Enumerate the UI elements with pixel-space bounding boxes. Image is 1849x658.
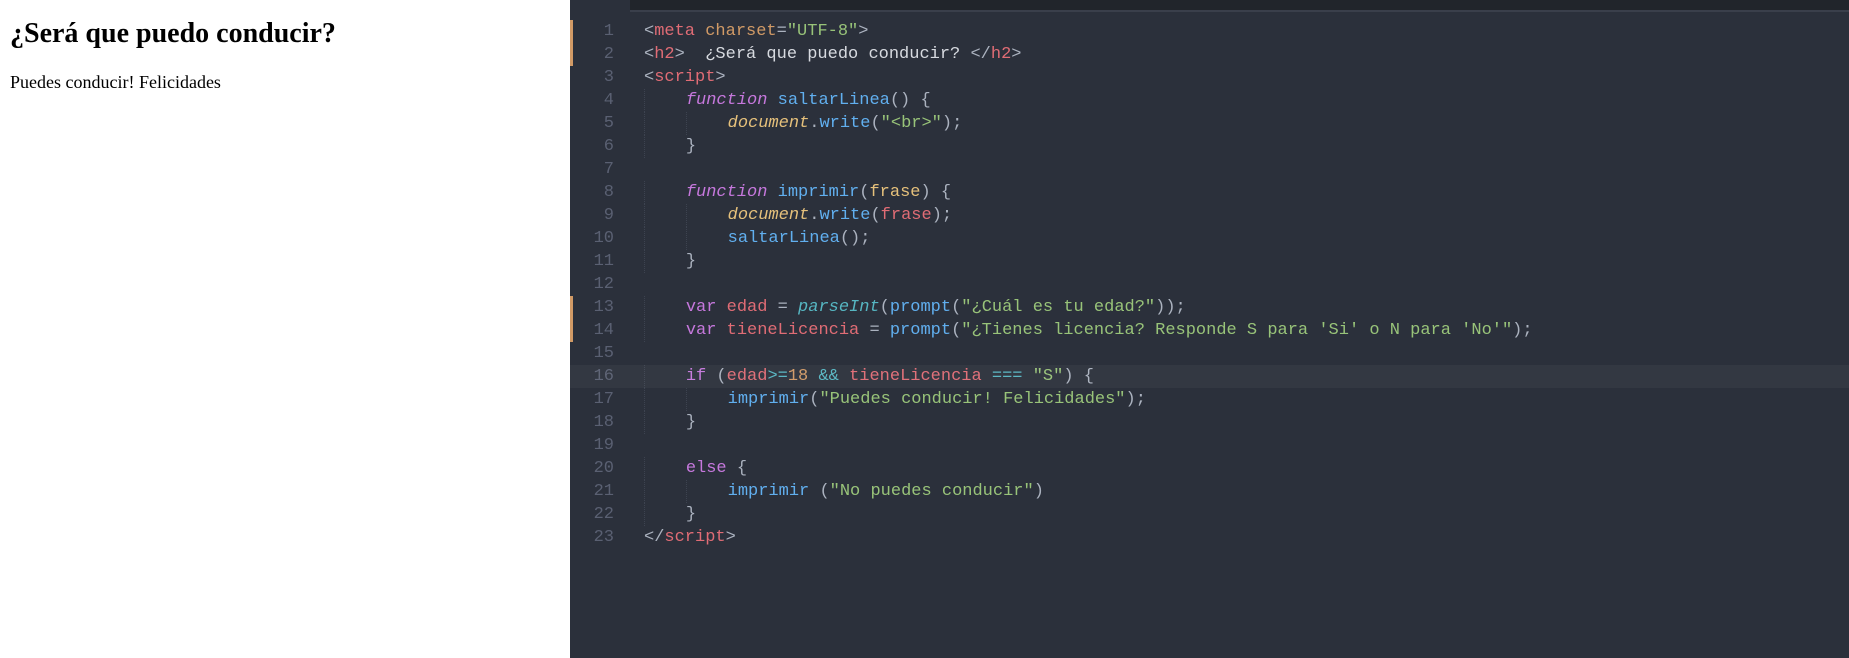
- code-line[interactable]: </script>: [644, 526, 1849, 549]
- line-number: 18: [570, 411, 620, 434]
- browser-preview-pane: ¿Será que puedo conducir? Puedes conduci…: [0, 0, 570, 658]
- modified-line-marker: [570, 20, 573, 43]
- code-line[interactable]: }: [644, 503, 1849, 526]
- preview-heading: ¿Será que puedo conducir?: [10, 18, 560, 50]
- line-number: 15: [570, 342, 620, 365]
- code-line[interactable]: function imprimir(frase) {: [644, 181, 1849, 204]
- line-number: 6: [570, 135, 620, 158]
- code-line[interactable]: else {: [644, 457, 1849, 480]
- line-number: 13: [570, 296, 620, 319]
- code-line[interactable]: [644, 158, 1849, 181]
- line-number: 11: [570, 250, 620, 273]
- code-line[interactable]: [644, 342, 1849, 365]
- line-number: 16: [570, 365, 620, 388]
- line-number: 20: [570, 457, 620, 480]
- code-line[interactable]: saltarLinea();: [644, 227, 1849, 250]
- code-line[interactable]: [644, 434, 1849, 457]
- line-number: 14: [570, 319, 620, 342]
- code-line[interactable]: var tieneLicencia = prompt("¿Tienes lice…: [644, 319, 1849, 342]
- code-line[interactable]: }: [644, 135, 1849, 158]
- code-editor-pane[interactable]: 1234567891011121314151617181920212223 <m…: [570, 0, 1849, 658]
- code-line[interactable]: [644, 273, 1849, 296]
- line-number: 17: [570, 388, 620, 411]
- modified-line-marker: [570, 319, 573, 342]
- line-number: 10: [570, 227, 620, 250]
- code-line[interactable]: }: [644, 250, 1849, 273]
- line-number: 9: [570, 204, 620, 227]
- code-line[interactable]: document.write(frase);: [644, 204, 1849, 227]
- line-number: 8: [570, 181, 620, 204]
- code-line[interactable]: imprimir("Puedes conducir! Felicidades")…: [644, 388, 1849, 411]
- code-area[interactable]: <meta charset="UTF-8"><h2> ¿Será que pue…: [630, 0, 1849, 658]
- modified-line-marker: [570, 43, 573, 66]
- line-number: 23: [570, 526, 620, 549]
- line-number: 5: [570, 112, 620, 135]
- line-number: 2: [570, 43, 620, 66]
- line-number: 12: [570, 273, 620, 296]
- line-number: 1: [570, 20, 620, 43]
- line-number: 7: [570, 158, 620, 181]
- line-number: 22: [570, 503, 620, 526]
- code-line[interactable]: var edad = parseInt(prompt("¿Cuál es tu …: [644, 296, 1849, 319]
- preview-body-text: Puedes conducir! Felicidades: [10, 72, 560, 93]
- code-line[interactable]: imprimir ("No puedes conducir"): [644, 480, 1849, 503]
- line-number: 21: [570, 480, 620, 503]
- code-line[interactable]: <h2> ¿Será que puedo conducir? </h2>: [644, 43, 1849, 66]
- code-line[interactable]: }: [644, 411, 1849, 434]
- code-line[interactable]: <script>: [644, 66, 1849, 89]
- line-number: 19: [570, 434, 620, 457]
- code-line[interactable]: <meta charset="UTF-8">: [644, 20, 1849, 43]
- modified-line-marker: [570, 296, 573, 319]
- code-line[interactable]: if (edad>=18 && tieneLicencia === "S") {: [644, 365, 1849, 388]
- line-number: 4: [570, 89, 620, 112]
- code-line[interactable]: function saltarLinea() {: [644, 89, 1849, 112]
- line-number: 3: [570, 66, 620, 89]
- code-line[interactable]: document.write("<br>");: [644, 112, 1849, 135]
- line-number-gutter: 1234567891011121314151617181920212223: [570, 0, 630, 658]
